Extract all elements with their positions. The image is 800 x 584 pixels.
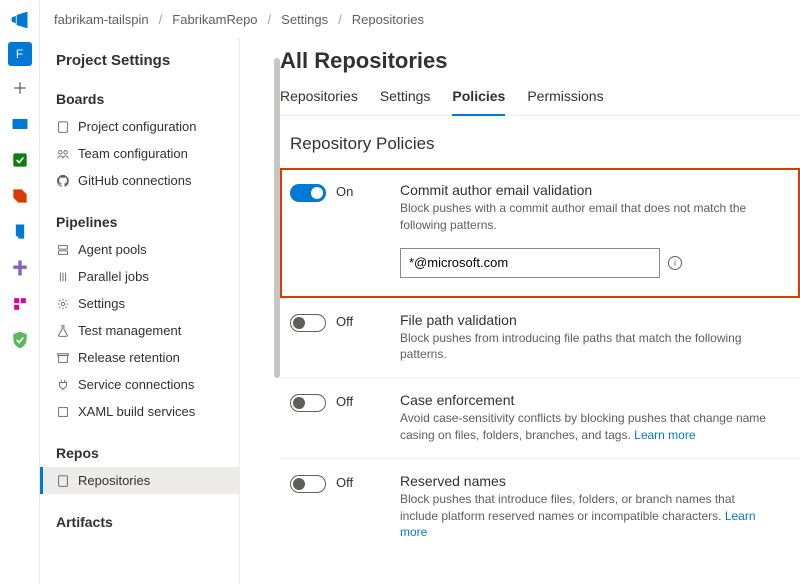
nav-parallel-jobs[interactable]: Parallel jobs bbox=[40, 263, 239, 290]
settings-scrollbar[interactable] bbox=[274, 38, 282, 584]
policy-title: Reserved names bbox=[400, 473, 770, 489]
email-pattern-input[interactable] bbox=[400, 248, 660, 278]
policy-title: Case enforcement bbox=[400, 392, 770, 408]
project-settings-panel: Project Settings Boards Project configur… bbox=[40, 38, 240, 584]
toggle-case-enforcement[interactable] bbox=[290, 394, 326, 412]
boards-icon[interactable] bbox=[6, 110, 34, 138]
repo-icon bbox=[56, 474, 70, 488]
toggle-label: Off bbox=[336, 475, 353, 490]
nav-project-configuration[interactable]: Project configuration bbox=[40, 113, 239, 140]
tab-settings[interactable]: Settings bbox=[380, 88, 431, 115]
section-title: Repository Policies bbox=[280, 134, 800, 154]
flask-icon bbox=[56, 324, 70, 338]
toggle-label: On bbox=[336, 184, 353, 199]
shield-icon[interactable] bbox=[6, 326, 34, 354]
azure-devops-logo-icon[interactable] bbox=[6, 6, 34, 34]
nav-item-label: Service connections bbox=[78, 377, 194, 392]
nav-item-label: Test management bbox=[78, 323, 181, 338]
nav-item-label: Agent pools bbox=[78, 242, 147, 257]
policy-desc: Block pushes that introduce files, folde… bbox=[400, 491, 770, 541]
policy-desc: Block pushes from introducing file paths… bbox=[400, 330, 770, 364]
nav-item-label: GitHub connections bbox=[78, 173, 191, 188]
toggle-label: Off bbox=[336, 394, 353, 409]
policy-title: Commit author email validation bbox=[400, 182, 770, 198]
repos-icon[interactable] bbox=[6, 218, 34, 246]
breadcrumb-settings[interactable]: Settings bbox=[281, 12, 328, 27]
policy-desc: Block pushes with a commit author email … bbox=[400, 200, 770, 234]
nav-item-label: Parallel jobs bbox=[78, 269, 149, 284]
nav-github-connections[interactable]: GitHub connections bbox=[40, 167, 239, 194]
nav-xaml-build[interactable]: XAML build services bbox=[40, 398, 239, 425]
nav-item-label: XAML build services bbox=[78, 404, 195, 419]
policy-file-path-validation: Off File path validation Block pushes fr… bbox=[280, 298, 800, 379]
global-nav-rail: F bbox=[0, 0, 40, 584]
artifacts-icon[interactable] bbox=[6, 254, 34, 282]
nav-release-retention[interactable]: Release retention bbox=[40, 344, 239, 371]
nav-item-label: Team configuration bbox=[78, 146, 188, 161]
breadcrumb-current[interactable]: Repositories bbox=[352, 12, 424, 27]
nav-test-management[interactable]: Test management bbox=[40, 317, 239, 344]
add-icon[interactable] bbox=[6, 74, 34, 102]
nav-item-label: Project configuration bbox=[78, 119, 197, 134]
breadcrumb-project[interactable]: FabrikamRepo bbox=[172, 12, 257, 27]
project-settings-title: Project Settings bbox=[40, 46, 239, 81]
learn-more-link[interactable]: Learn more bbox=[634, 428, 695, 442]
info-icon[interactable]: i bbox=[668, 256, 682, 270]
gear-icon bbox=[56, 297, 70, 311]
policy-title: File path validation bbox=[400, 312, 770, 328]
content-area: All Repositories Repositories Settings P… bbox=[240, 38, 800, 584]
toggle-label: Off bbox=[336, 314, 353, 329]
breadcrumb-org[interactable]: fabrikam-tailspin bbox=[54, 12, 149, 27]
toggle-reserved-names[interactable] bbox=[290, 475, 326, 493]
policy-commit-author-email: On Commit author email validation Block … bbox=[280, 168, 800, 298]
parallel-icon bbox=[56, 270, 70, 284]
plug-icon bbox=[56, 378, 70, 392]
group-artifacts-label: Artifacts bbox=[40, 508, 239, 536]
nav-service-connections[interactable]: Service connections bbox=[40, 371, 239, 398]
policy-desc: Avoid case-sensitivity conflicts by bloc… bbox=[400, 410, 770, 444]
github-icon bbox=[56, 174, 70, 188]
extensions-icon[interactable] bbox=[6, 290, 34, 318]
nav-item-label: Repositories bbox=[78, 473, 150, 488]
pipelines-icon[interactable] bbox=[6, 182, 34, 210]
toggle-file-path-validation[interactable] bbox=[290, 314, 326, 332]
server-icon bbox=[56, 243, 70, 257]
policy-reserved-names: Off Reserved names Block pushes that int… bbox=[280, 459, 800, 555]
project-avatar-icon[interactable]: F bbox=[8, 42, 32, 66]
tab-permissions[interactable]: Permissions bbox=[527, 88, 603, 115]
scrollbar-thumb[interactable] bbox=[274, 58, 280, 378]
breadcrumb-separator-icon: / bbox=[338, 12, 342, 27]
policy-case-enforcement: Off Case enforcement Avoid case-sensitiv… bbox=[280, 378, 800, 459]
test-plans-icon[interactable] bbox=[6, 146, 34, 174]
group-repos-label: Repos bbox=[40, 439, 239, 467]
tab-policies[interactable]: Policies bbox=[452, 88, 505, 116]
nav-item-label: Release retention bbox=[78, 350, 180, 365]
document-icon bbox=[56, 120, 70, 134]
page-title: All Repositories bbox=[280, 48, 800, 74]
team-icon bbox=[56, 147, 70, 161]
nav-team-configuration[interactable]: Team configuration bbox=[40, 140, 239, 167]
group-pipelines-label: Pipelines bbox=[40, 208, 239, 236]
build-icon bbox=[56, 405, 70, 419]
tabs-bar: Repositories Settings Policies Permissio… bbox=[280, 88, 800, 116]
breadcrumb-separator-icon: / bbox=[268, 12, 272, 27]
breadcrumb: fabrikam-tailspin / FabrikamRepo / Setti… bbox=[40, 0, 800, 38]
group-boards-label: Boards bbox=[40, 85, 239, 113]
nav-repositories[interactable]: Repositories bbox=[40, 467, 239, 494]
nav-agent-pools[interactable]: Agent pools bbox=[40, 236, 239, 263]
nav-item-label: Settings bbox=[78, 296, 125, 311]
breadcrumb-separator-icon: / bbox=[159, 12, 163, 27]
retention-icon bbox=[56, 351, 70, 365]
tab-repositories[interactable]: Repositories bbox=[280, 88, 358, 115]
toggle-commit-author-email[interactable] bbox=[290, 184, 326, 202]
nav-settings[interactable]: Settings bbox=[40, 290, 239, 317]
